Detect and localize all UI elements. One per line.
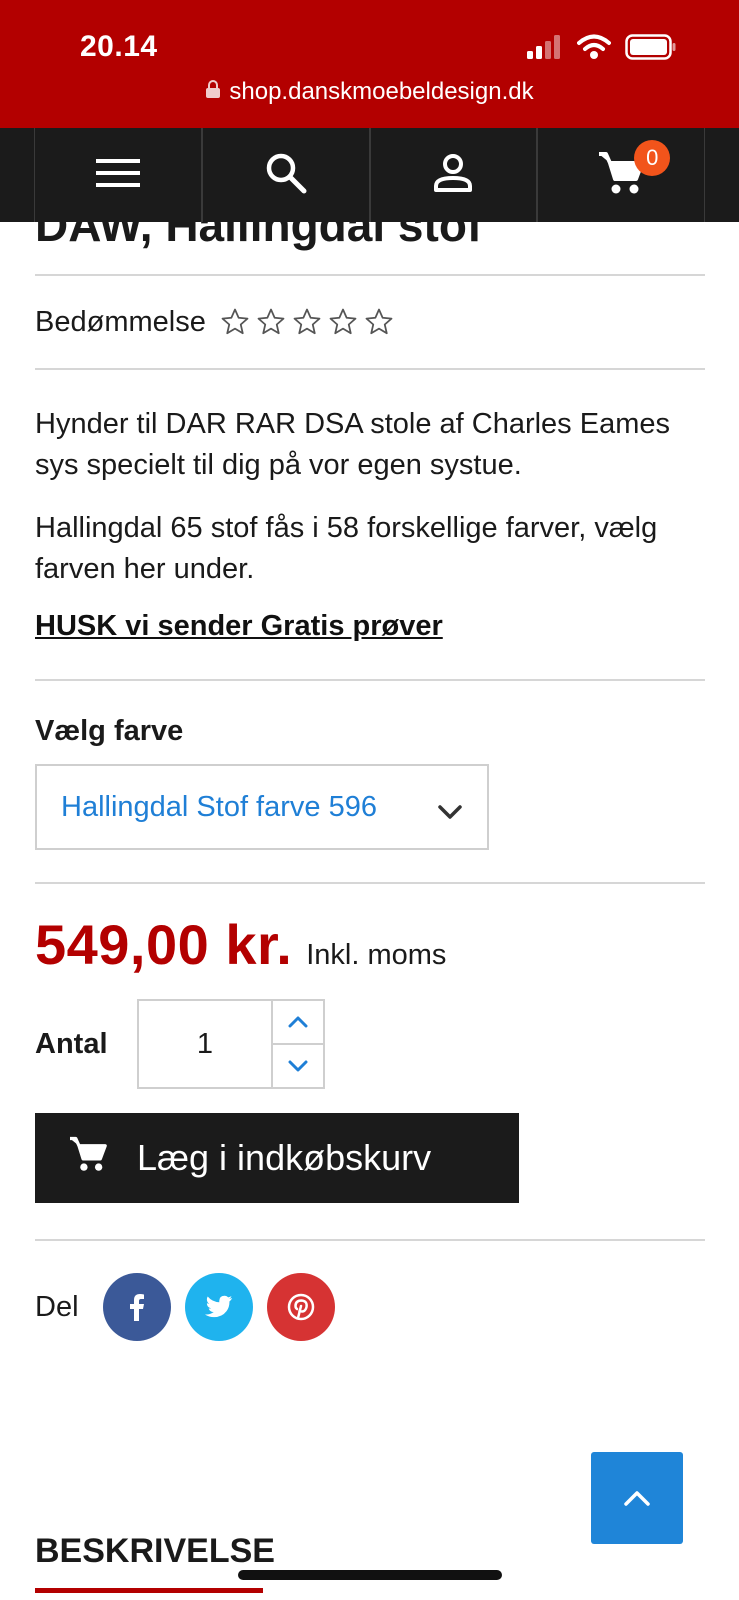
add-to-cart-button[interactable]: Læg i indkøbskurv [35,1113,519,1203]
cart-button[interactable]: 0 [537,128,705,222]
star-icon [293,308,321,335]
color-select[interactable]: Hallingdal Stof farve 596 [35,764,489,850]
share-row: Del [35,1273,705,1341]
signal-icon [527,35,563,64]
chevron-down-icon [437,796,463,829]
section-title-underline [35,1588,263,1593]
quantity-row: Antal 1 [35,999,705,1089]
star-icon [221,308,249,335]
description-section-title[interactable]: BESKRIVELSE [35,1532,275,1571]
clock: 20.14 [80,30,158,63]
search-icon [265,152,307,199]
star-icon [329,308,357,335]
product-title: DAW, Hallingdal stof [35,222,483,251]
share-pinterest-button[interactable] [267,1273,335,1341]
share-label: Del [35,1290,79,1323]
menu-icon [95,158,140,193]
chevron-up-icon [288,1016,308,1028]
cart-icon [69,1136,107,1181]
facebook-icon [130,1294,144,1321]
product-details: DAW, Hallingdal stof Bedømmelse Hynder t… [35,222,705,1341]
battery-icon [625,34,677,65]
wifi-icon [577,34,611,65]
quantity-stepper: 1 [137,999,325,1089]
lock-icon [205,78,221,106]
product-title-container: DAW, Hallingdal stof [35,222,705,256]
description-paragraph: Hallingdal 65 stof fås i 58 forskellige … [35,512,658,585]
product-price: 549,00 kr. [35,913,293,976]
quantity-increase-button[interactable] [273,1001,323,1045]
star-icon [257,308,285,335]
search-button[interactable] [201,128,370,222]
quantity-arrows [273,1001,323,1087]
twitter-icon [204,1295,233,1318]
rating-stars[interactable] [220,307,394,337]
menu-button[interactable] [34,128,202,222]
add-to-cart-label: Læg i indkøbskurv [137,1137,432,1178]
account-button[interactable] [369,128,538,222]
address-bar[interactable]: shop.danskmoebeldesign.dk [0,78,739,106]
system-icons [527,34,677,65]
color-select-label: Vælg farve [35,715,184,747]
product-description: Hynder til DAR RAR DSA stole af Charles … [35,370,705,643]
divider [35,1239,705,1241]
scroll-to-top-button[interactable] [591,1452,683,1544]
description-paragraph: Hynder til DAR RAR DSA stole af Charles … [35,408,670,481]
rating-row: Bedømmelse [35,276,705,368]
rating-label: Bedømmelse [35,305,206,338]
status-bar: 20.14 shop.danskmoebeldesign.dk [0,0,739,128]
user-icon [433,153,473,198]
cart-count-badge: 0 [634,140,671,176]
quantity-input[interactable]: 1 [139,1001,273,1087]
quantity-label: Antal [35,1027,108,1060]
quantity-decrease-button[interactable] [273,1045,323,1087]
star-icon [365,308,393,335]
pinterest-icon [287,1293,315,1321]
price-vat-note: Inkl. moms [306,939,447,971]
chevron-up-icon [624,1491,650,1506]
share-facebook-button[interactable] [103,1273,171,1341]
home-indicator[interactable] [238,1570,502,1580]
divider [35,679,705,681]
top-navigation: 0 [0,128,739,222]
divider [35,882,705,884]
price-row: 549,00 kr. Inkl. moms [35,912,705,977]
chevron-down-icon [288,1060,308,1072]
color-select-value: Hallingdal Stof farve 596 [61,790,377,823]
share-twitter-button[interactable] [185,1273,253,1341]
free-samples-link[interactable]: HUSK vi sender Gratis prøver [35,610,443,643]
url-text: shop.danskmoebeldesign.dk [229,78,534,105]
